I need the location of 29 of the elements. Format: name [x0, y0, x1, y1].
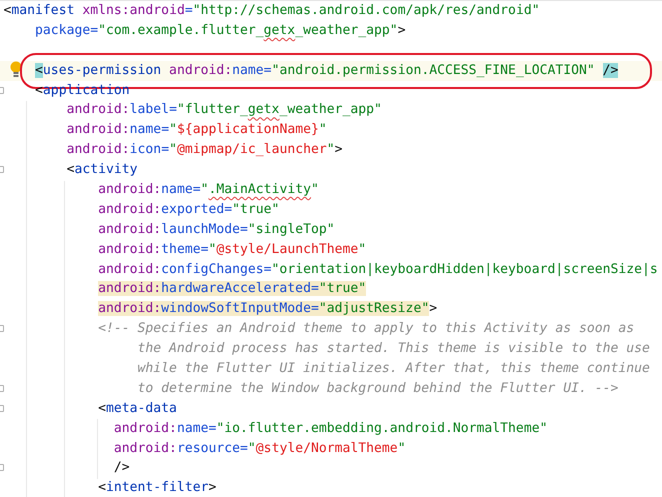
fold-marker-icon[interactable] [0, 86, 4, 94]
code-line: to determine the Window background behind the Flutter UI. --> [138, 380, 618, 398]
code-line: android:name="${applicationName}" [66, 121, 327, 140]
code-line: /> [114, 459, 130, 478]
code-line: the Android process has started. This theme is visible to the use [138, 340, 650, 358]
fold-marker-icon[interactable] [0, 404, 4, 412]
code-line: android:name=".MainActivity" [98, 181, 319, 200]
code-line: android:name="io.flutter.embedding.android.NormalTheme" [114, 420, 548, 438]
code-line: android:exported="true" [98, 200, 280, 219]
fold-marker-icon[interactable] [0, 325, 4, 332]
code-line: <meta-data [98, 400, 177, 418]
code-line: <!-- Specifies an Android theme to apply to this Activity as soon as [98, 320, 634, 338]
code-line: android:theme="@style/LaunchTheme" [98, 240, 366, 259]
code-line: while the Flutter UI initializes. After that, this theme continue [138, 360, 650, 378]
code-line: <uses-permission android:name="android.permission.ACCESS_FINE_LOCATION" /> [35, 62, 618, 80]
code-line: android:windowSoftInputMode="adjustResize"> [98, 300, 438, 318]
code-line: android:configChanges="orientation|keyboardHidden|keyboard|screenSize|s [98, 260, 658, 279]
code-line: android:resource="@style/NormalTheme" [114, 440, 406, 458]
code-line: <intent-filter> [98, 479, 216, 497]
fold-marker-icon[interactable] [0, 384, 4, 392]
code-line: <activity [66, 161, 138, 180]
lightbulb-icon[interactable] [10, 60, 22, 79]
code-line: package="com.example.flutter_getx_weather_app"> [35, 22, 406, 40]
code-line: android:icon="@mipmap/ic_launcher"> [66, 141, 343, 160]
code-line: <manifest xmlns:android="http://schemas.android.com/apk/res/android" [4, 2, 540, 20]
fold-marker-icon[interactable] [0, 464, 4, 472]
fold-marker-icon[interactable] [0, 166, 4, 174]
code-line: android:launchMode="singleTop" [98, 220, 335, 239]
code-line: android:label="flutter_getx_weather_app" [66, 101, 382, 120]
